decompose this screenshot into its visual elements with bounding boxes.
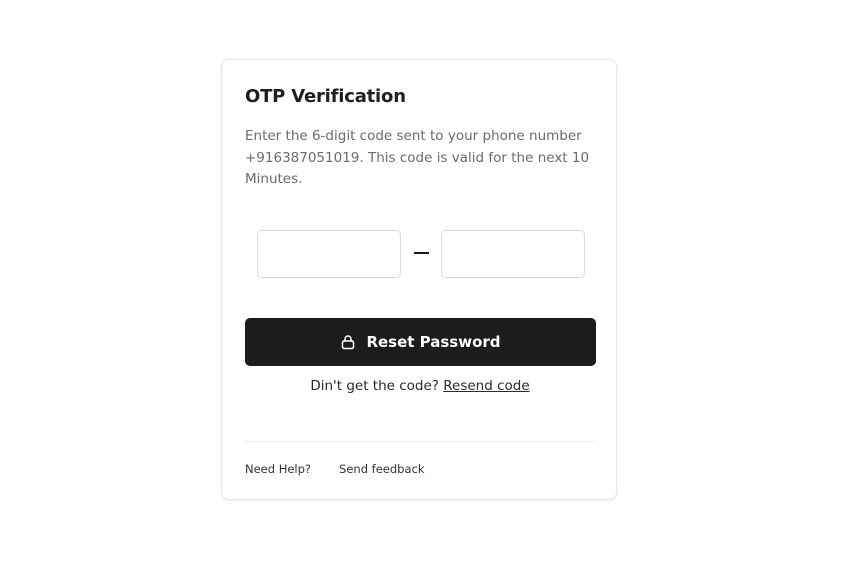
- otp-card: OTP Verification Enter the 6-digit code …: [221, 59, 617, 500]
- otp-group-second: [441, 230, 585, 278]
- lock-icon: [340, 334, 356, 350]
- resend-prompt: Din't get the code?: [310, 378, 439, 394]
- footer-links: Need Help? Send feedback: [245, 462, 424, 476]
- reset-password-button[interactable]: Reset Password: [245, 318, 596, 366]
- otp-description: Enter the 6-digit code sent to your phon…: [245, 128, 590, 187]
- otp-separator-dash: [414, 252, 429, 254]
- reset-password-label: Reset Password: [366, 333, 501, 351]
- footer-divider: [245, 441, 596, 442]
- resend-code-link[interactable]: Resend code: [443, 378, 529, 394]
- otp-group-first: [257, 230, 401, 278]
- send-feedback-link[interactable]: Send feedback: [339, 462, 424, 476]
- otp-digit-4[interactable]: [442, 231, 584, 277]
- page-title: OTP Verification: [245, 86, 406, 107]
- need-help-link[interactable]: Need Help?: [245, 462, 311, 476]
- otp-input-row: [257, 230, 585, 278]
- resend-line: Din't get the code? Resend code: [222, 378, 618, 394]
- otp-digit-1[interactable]: [258, 231, 400, 277]
